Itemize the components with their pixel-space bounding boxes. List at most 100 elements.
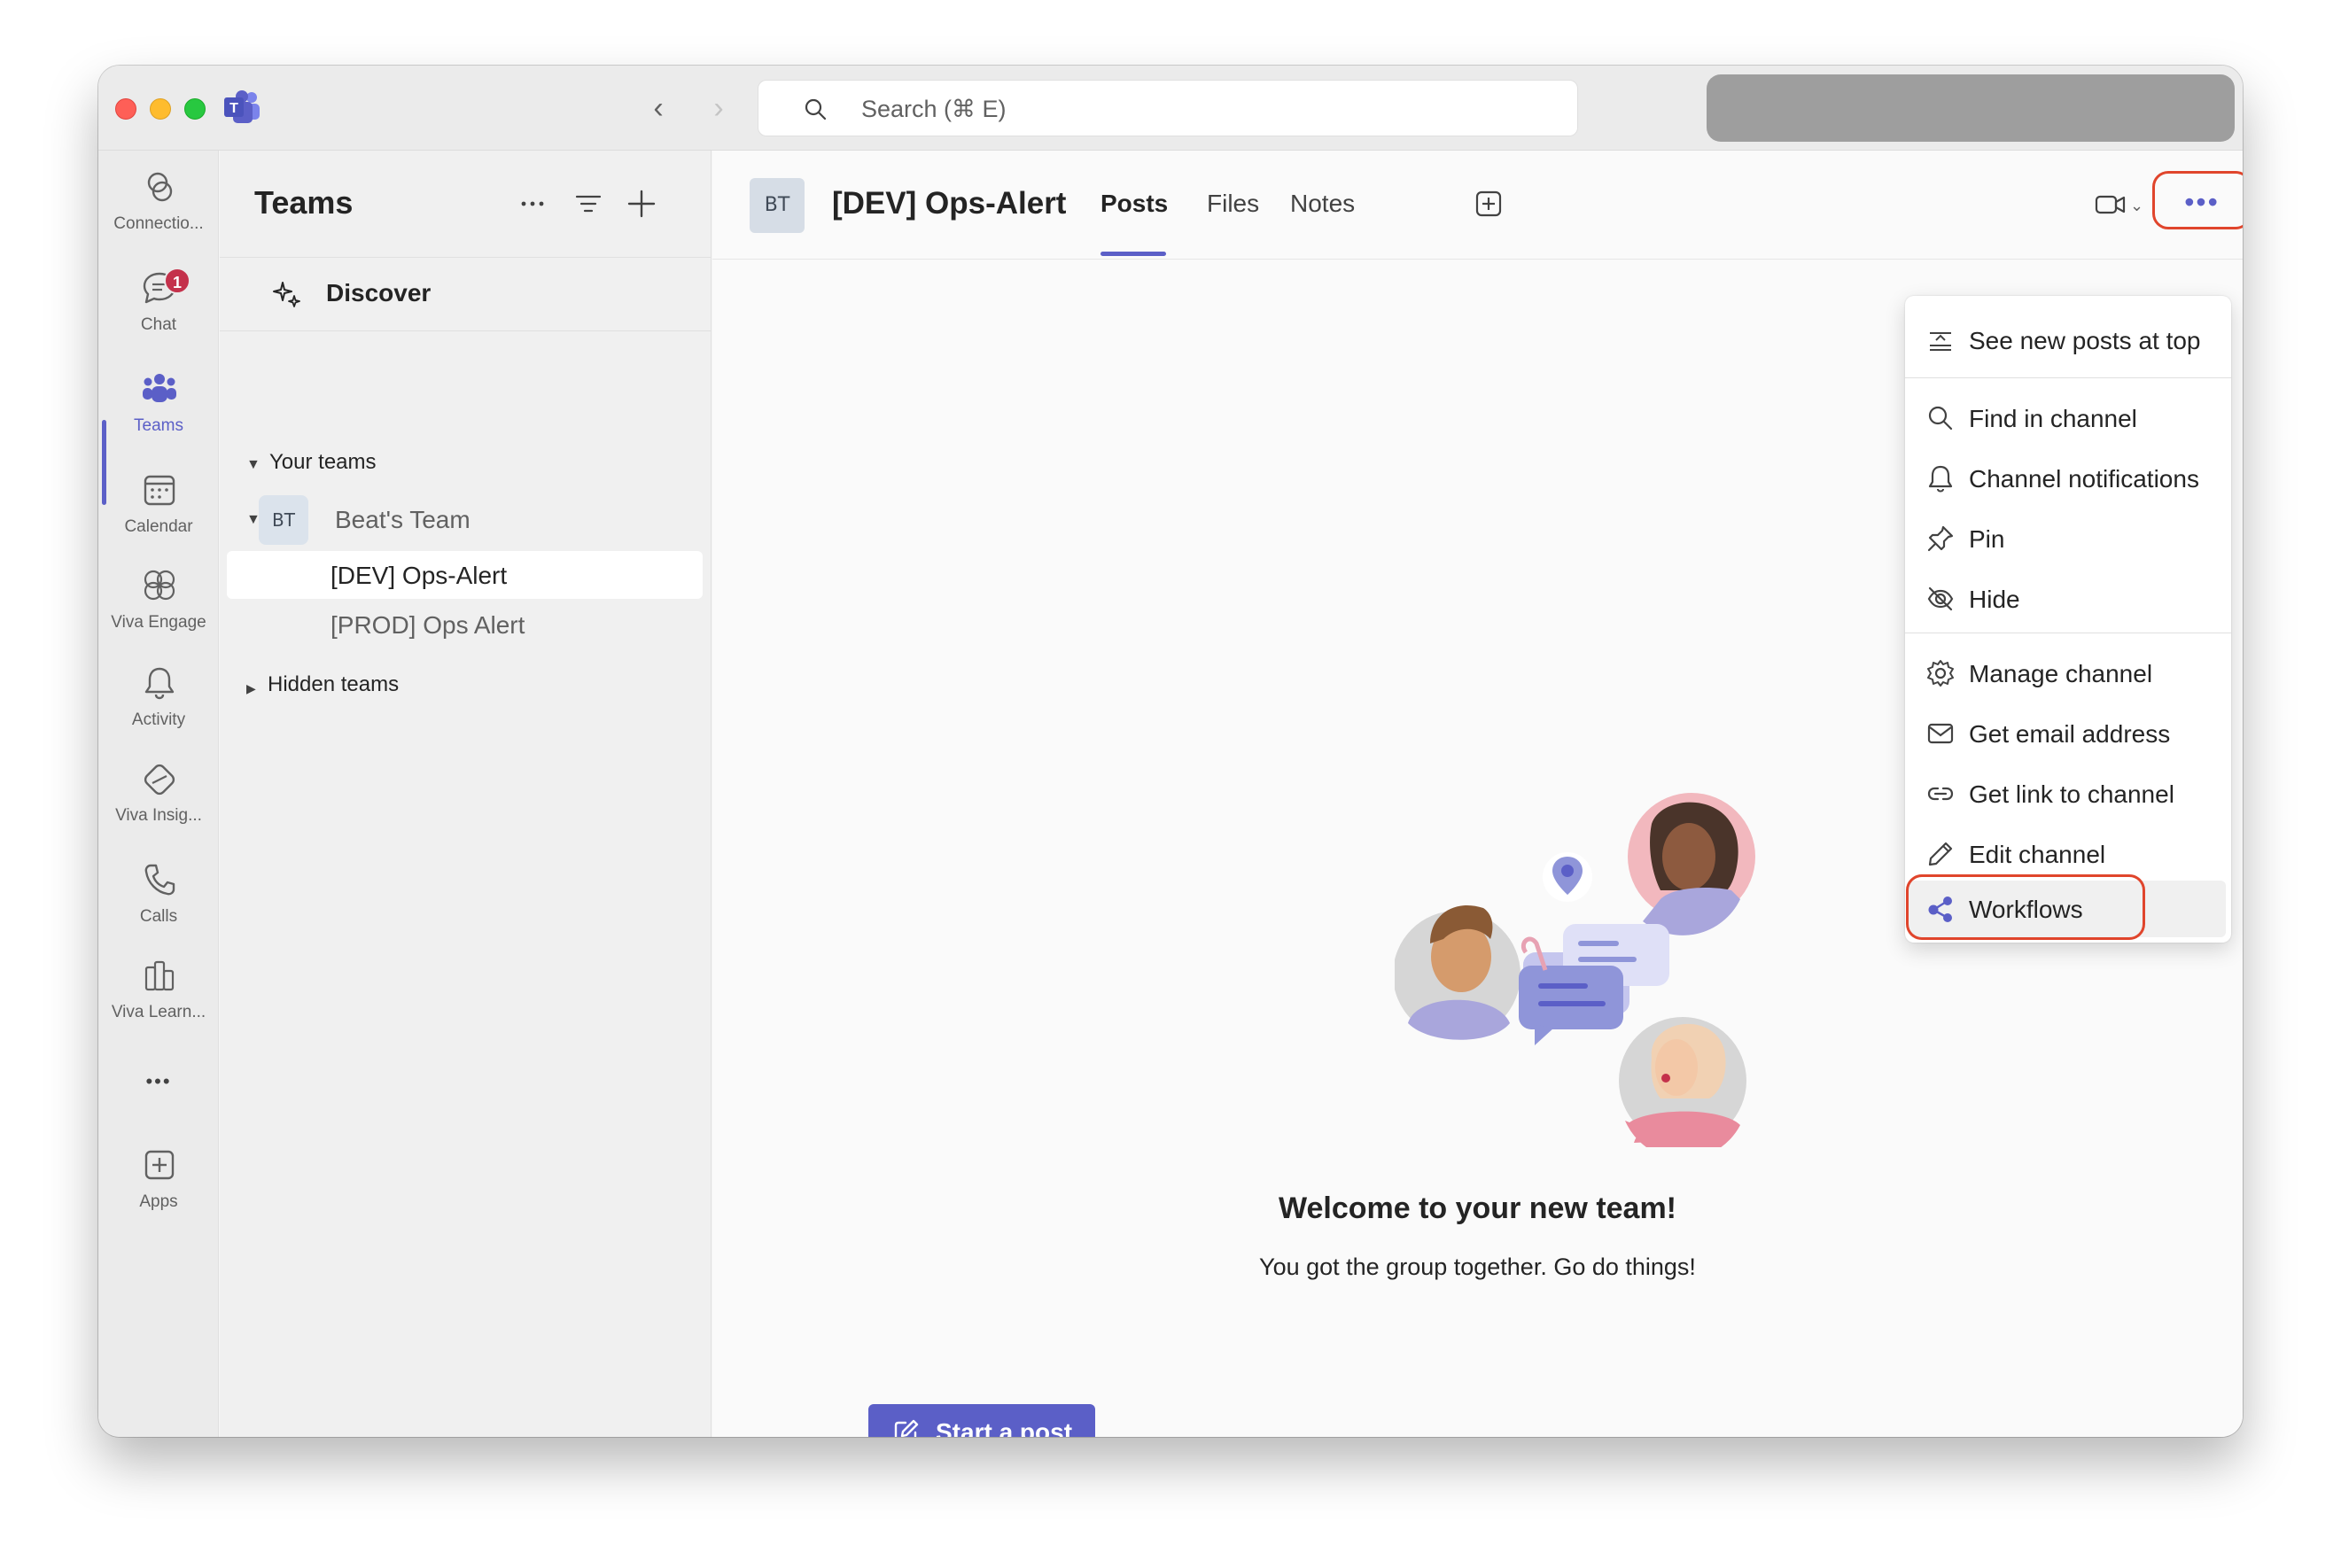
- menu-item-label: Get email address: [1969, 720, 2171, 748]
- filter-icon[interactable]: [572, 188, 604, 220]
- welcome-illustration: [1395, 793, 1755, 1147]
- menu-separator: [1905, 377, 2231, 378]
- sparkle-icon: [273, 282, 300, 307]
- rail-label: Activity: [131, 710, 186, 729]
- bell-icon: [1928, 465, 1953, 493]
- rail-item-teams[interactable]: Teams: [98, 356, 219, 454]
- discover-label: Discover: [326, 279, 432, 307]
- pane-title: Teams: [254, 184, 354, 221]
- app-rail: Connectio... 1 Chat Teams Calendar Viva …: [98, 151, 219, 1437]
- menu-item-label: Manage channel: [1969, 660, 2153, 687]
- rail-label: Calls: [139, 907, 178, 926]
- mail-icon: [1927, 723, 1954, 744]
- close-window-button[interactable]: [115, 98, 136, 120]
- add-apps-icon: [144, 1150, 175, 1180]
- hidden-teams-header[interactable]: Hidden teams: [268, 672, 399, 697]
- menu-item-see-new-posts-at-top[interactable]: See new posts at top: [1905, 312, 2231, 369]
- chevron-down-icon[interactable]: ⌄: [2130, 197, 2143, 215]
- team-row-beats-team[interactable]: BT Beat's Team: [220, 492, 712, 548]
- add-icon[interactable]: [626, 188, 657, 220]
- rail-label: Chat: [140, 315, 177, 334]
- video-camera-icon[interactable]: [2095, 190, 2127, 219]
- rail-item-activity[interactable]: Activity: [98, 650, 219, 748]
- tab-files[interactable]: Files: [1207, 190, 1259, 218]
- gear-icon: [1927, 660, 1954, 687]
- rail-label: Viva Learn...: [111, 1003, 206, 1021]
- rail-item-viva-insights[interactable]: Viva Insig...: [98, 746, 219, 843]
- start-post-button[interactable]: Start a post: [868, 1404, 1095, 1437]
- channel-avatar: BT: [750, 178, 805, 233]
- channel-name: [DEV] Ops-Alert: [331, 562, 508, 589]
- active-tab-indicator: [1101, 252, 1166, 256]
- calendar-icon: [144, 475, 175, 506]
- add-tab-icon[interactable]: [1474, 190, 1503, 218]
- rail-item-viva-learning[interactable]: Viva Learn...: [98, 943, 219, 1040]
- title-bar: T ‹ › Search (⌘ E): [98, 66, 2243, 151]
- discover-button[interactable]: Discover: [220, 261, 712, 323]
- svg-text:T: T: [229, 101, 238, 116]
- phone-icon: [144, 864, 175, 896]
- annotation-highlight-workflows: [1906, 874, 2145, 940]
- link-icon: [1927, 787, 1954, 801]
- rail-label: Teams: [134, 416, 183, 435]
- sort-newest-icon: [1930, 332, 1951, 351]
- minimize-window-button[interactable]: [150, 98, 171, 120]
- connections-icon: [147, 172, 173, 202]
- menu-item-manage-channel[interactable]: Manage channel: [1905, 645, 2231, 702]
- annotation-highlight-more: [2152, 171, 2243, 229]
- team-avatar: BT: [259, 495, 308, 545]
- tab-notes[interactable]: Notes: [1290, 190, 1355, 218]
- pane-divider: [220, 330, 712, 331]
- caret-down-icon[interactable]: ▼: [246, 457, 261, 473]
- channel-item-dev-ops-alert[interactable]: [DEV] Ops-Alert: [227, 551, 703, 599]
- menu-item-label: See new posts at top: [1969, 327, 2201, 354]
- team-name: Beat's Team: [335, 506, 471, 533]
- rail-label: Apps: [139, 1192, 178, 1211]
- pencil-icon: [1928, 842, 1953, 866]
- welcome-title: Welcome to your new team!: [1278, 1192, 1677, 1225]
- pin-icon: [1927, 525, 1954, 552]
- rail-item-apps[interactable]: Apps: [98, 1132, 219, 1230]
- caret-right-icon[interactable]: ▶: [246, 681, 256, 696]
- channel-header: BT [DEV] Ops-Alert Posts Files Notes ⌄ •…: [712, 151, 2243, 260]
- menu-item-channel-notifications[interactable]: Channel notifications: [1905, 450, 2231, 507]
- menu-item-get-link-to-channel[interactable]: Get link to channel: [1905, 765, 2231, 822]
- rail-item-calls[interactable]: Calls: [98, 847, 219, 944]
- menu-item-label: Get link to channel: [1969, 780, 2174, 808]
- account-area[interactable]: [1707, 74, 2235, 142]
- chat-unread-badge: 1: [164, 268, 191, 294]
- bell-icon: [144, 667, 175, 700]
- rail-label: Viva Insig...: [115, 806, 202, 825]
- teams-list-pane: Teams Discover ▼ Your teams ▼ BT Beat's …: [220, 151, 712, 1437]
- welcome-subtitle: You got the group together. Go do things…: [1259, 1254, 1696, 1280]
- viva-engage-icon: [144, 570, 175, 601]
- your-teams-header[interactable]: Your teams: [269, 450, 377, 475]
- rail-item-chat[interactable]: 1 Chat: [98, 255, 219, 353]
- channel-title: [DEV] Ops-Alert: [832, 186, 1067, 221]
- menu-item-get-email-address[interactable]: Get email address: [1905, 705, 2231, 762]
- rail-label: Viva Engage: [111, 613, 206, 632]
- menu-item-find-in-channel[interactable]: Find in channel: [1905, 390, 2231, 446]
- menu-item-pin[interactable]: Pin: [1905, 510, 2231, 567]
- rail-item-calendar[interactable]: Calendar: [98, 457, 219, 555]
- tab-posts[interactable]: Posts: [1101, 190, 1168, 218]
- menu-item-label: Pin: [1969, 525, 2005, 553]
- search-input[interactable]: Search (⌘ E): [758, 80, 1578, 136]
- channel-name: [PROD] Ops Alert: [331, 611, 525, 639]
- menu-item-label: Hide: [1969, 586, 2020, 613]
- more-options-icon[interactable]: [517, 188, 548, 220]
- back-arrow-icon[interactable]: ‹: [642, 92, 674, 124]
- compose-icon: [894, 1419, 919, 1437]
- menu-item-label: Edit channel: [1969, 841, 2106, 868]
- start-post-label: Start a post: [936, 1418, 1073, 1437]
- zoom-window-button[interactable]: [184, 98, 206, 120]
- rail-item-viva-engage[interactable]: Viva Engage: [98, 553, 219, 650]
- rail-item-connections[interactable]: Connectio...: [98, 154, 219, 252]
- channel-item-prod-ops-alert[interactable]: [PROD] Ops Alert: [227, 601, 703, 648]
- menu-item-hide[interactable]: Hide: [1905, 571, 2231, 627]
- rail-more-apps-button[interactable]: •••: [98, 1063, 219, 1107]
- forward-arrow-icon[interactable]: ›: [703, 92, 735, 124]
- rail-label: Calendar: [124, 517, 193, 536]
- eye-off-icon: [1927, 586, 1954, 611]
- more-horizontal-icon: •••: [145, 1070, 172, 1092]
